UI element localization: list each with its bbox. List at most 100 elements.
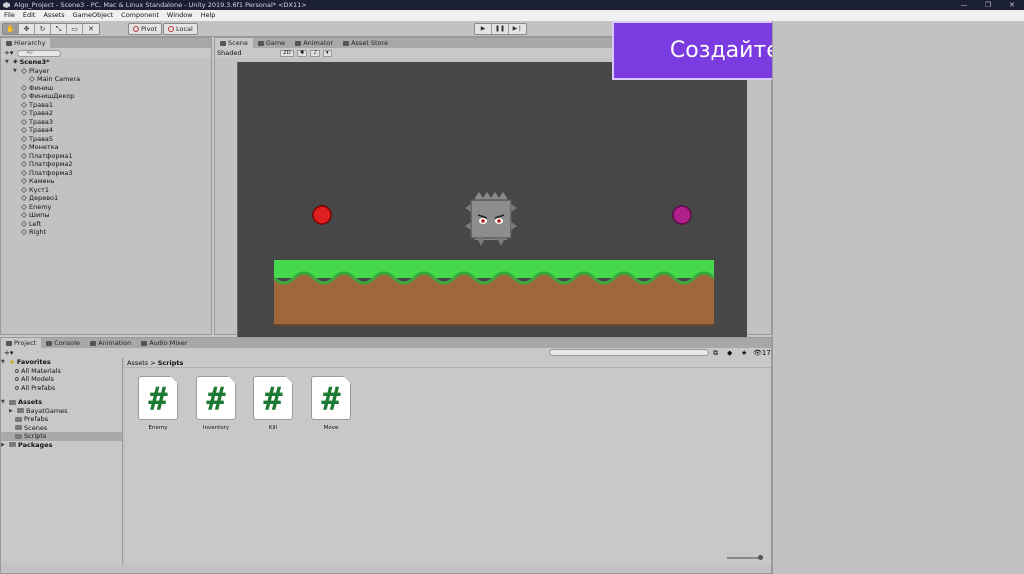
hierarchy-scene-row[interactable]: ▼ ◈ Scene3* (5, 58, 211, 67)
hierarchy-item[interactable]: Main Camera (5, 75, 211, 84)
tab-animator[interactable]: Animator (290, 38, 338, 48)
folder-icon (17, 408, 24, 414)
asset-store-tab-icon (343, 40, 350, 46)
hierarchy-item[interactable]: ▼ Player (5, 67, 211, 76)
menu-edit[interactable]: Edit (19, 10, 40, 21)
script-asset[interactable]: # Inventory (193, 376, 239, 431)
hierarchy-item[interactable]: Left (5, 220, 211, 229)
local-toggle[interactable]: Local (163, 23, 198, 35)
menu-window[interactable]: Window (163, 10, 197, 21)
maximize-button[interactable]: ❐ (976, 0, 1000, 10)
csharp-script-icon: # (311, 376, 351, 420)
collapse-arrow-icon[interactable]: ▶ (1, 441, 7, 450)
tab-animation[interactable]: Animation (85, 338, 136, 348)
expand-arrow-icon[interactable]: ▼ (1, 398, 7, 407)
slider-knob[interactable] (758, 555, 763, 560)
menu-file[interactable]: File (0, 10, 19, 21)
menu-help[interactable]: Help (197, 10, 220, 21)
scale-tool-icon[interactable]: ⤡ (51, 24, 67, 34)
hierarchy-item[interactable]: Трава2 (5, 109, 211, 118)
hierarchy-item[interactable]: Шипы (5, 211, 211, 220)
breadcrumb-separator: > (150, 359, 158, 367)
breadcrumb: Assets > Scripts (125, 358, 771, 368)
script-asset[interactable]: # Move (308, 376, 354, 431)
folder-item[interactable]: ▶ BayatGames (1, 407, 122, 416)
window-title: Algo_Project - Scene3 - PC, Mac & Linux … (14, 1, 307, 9)
favorite-item[interactable]: All Models (1, 375, 122, 384)
expand-arrow-icon[interactable]: ▼ (1, 358, 7, 367)
hierarchy-item[interactable]: Камень (5, 177, 211, 186)
folder-item[interactable]: Prefabs (1, 415, 122, 424)
hierarchy-item[interactable]: Трава1 (5, 101, 211, 110)
hierarchy-search-input[interactable]: All (17, 49, 62, 57)
assets-header[interactable]: ▼ Assets (1, 398, 122, 407)
expand-arrow-icon[interactable]: ▼ (5, 58, 11, 67)
folder-item[interactable]: Scenes (1, 424, 122, 433)
tab-game[interactable]: Game (253, 38, 290, 48)
move-tool-icon[interactable]: ✥ (19, 24, 35, 34)
hierarchy-item[interactable]: Трава3 (5, 118, 211, 127)
gameobject-cube-icon (21, 67, 27, 74)
2d-toggle[interactable]: 2D (280, 49, 294, 57)
csharp-script-icon: # (196, 376, 236, 420)
create-plus-icon[interactable]: +▾ (4, 49, 13, 57)
menu-assets[interactable]: Assets (39, 10, 68, 21)
tab-audio-mixer[interactable]: Audio Mixer (136, 338, 192, 348)
hierarchy-item[interactable]: Трава4 (5, 126, 211, 135)
packages-header[interactable]: ▶ Packages (1, 441, 122, 450)
filter-label-icon[interactable]: ◆ (727, 349, 732, 357)
favorite-item[interactable]: All Prefabs (1, 384, 122, 393)
hierarchy-item[interactable]: Платформа3 (5, 169, 211, 178)
audio-toggle-icon[interactable]: ♪ (310, 49, 320, 57)
shading-mode-dropdown[interactable]: Shaded (217, 49, 277, 57)
hierarchy-item[interactable]: ФинишДекор (5, 92, 211, 101)
tab-hierarchy[interactable]: Hierarchy (1, 38, 51, 48)
hierarchy-item[interactable]: Enemy (5, 203, 211, 212)
filter-type-icon[interactable]: ⧉ (713, 349, 718, 358)
icon-size-slider[interactable] (727, 555, 763, 560)
script-asset[interactable]: # Enemy (135, 376, 181, 431)
close-button[interactable]: ✕ (1000, 0, 1024, 10)
script-asset[interactable]: # Kill (250, 376, 296, 431)
collapse-arrow-icon[interactable]: ▶ (9, 407, 15, 416)
scene-viewport[interactable] (237, 62, 747, 339)
hierarchy-item[interactable]: Трава5 (5, 135, 211, 144)
hierarchy-item[interactable]: Дерево1 (5, 194, 211, 203)
project-search-input[interactable] (549, 349, 709, 356)
tab-scene[interactable]: Scene (215, 38, 253, 48)
step-button-icon[interactable]: ▶❘ (509, 24, 526, 34)
rotate-tool-icon[interactable]: ↻ (35, 24, 51, 34)
rect-tool-icon[interactable]: ▭ (67, 24, 83, 34)
expand-arrow-icon[interactable]: ▼ (13, 67, 19, 76)
pivot-toggle[interactable]: Pivot (128, 23, 162, 35)
transform-tool-icon[interactable]: ✕ (83, 24, 99, 34)
create-plus-icon[interactable]: +▾ (4, 349, 13, 357)
favorite-item[interactable]: All Materials (1, 367, 122, 376)
tab-console[interactable]: Console (41, 338, 85, 348)
effects-toggle-icon[interactable]: ▾ (322, 49, 332, 57)
project-tab-icon (6, 340, 12, 346)
light-toggle-icon[interactable]: ✺ (296, 49, 308, 57)
play-button-icon[interactable]: ▶ (475, 24, 492, 34)
hierarchy-item[interactable]: Right (5, 228, 211, 237)
hierarchy-item[interactable]: Куст1 (5, 186, 211, 195)
hierarchy-item[interactable]: Монетка (5, 143, 211, 152)
hierarchy-item-label: Enemy (29, 202, 52, 211)
hand-tool-icon[interactable]: ✋ (3, 24, 19, 34)
menu-gameobject[interactable]: GameObject (69, 10, 118, 21)
hierarchy-item[interactable]: Платформа1 (5, 152, 211, 161)
gameobject-cube-icon (21, 229, 27, 236)
hierarchy-item[interactable]: Финиш (5, 84, 211, 93)
tab-asset-store[interactable]: Asset Store (338, 38, 393, 48)
gameobject-cube-icon (21, 152, 27, 159)
breadcrumb-assets[interactable]: Assets (127, 359, 148, 367)
hierarchy-item[interactable]: Платформа2 (5, 160, 211, 169)
favorites-header[interactable]: ▼ ★ Favorites (1, 358, 122, 367)
folder-item-selected[interactable]: Scripts (1, 432, 122, 441)
breadcrumb-scripts[interactable]: Scripts (158, 359, 184, 367)
minimize-button[interactable]: — (952, 0, 976, 10)
tab-project[interactable]: Project (1, 338, 42, 348)
menu-component[interactable]: Component (117, 10, 163, 21)
pause-button-icon[interactable]: ❚❚ (492, 24, 509, 34)
favorite-star-icon[interactable]: ★ (741, 349, 747, 357)
